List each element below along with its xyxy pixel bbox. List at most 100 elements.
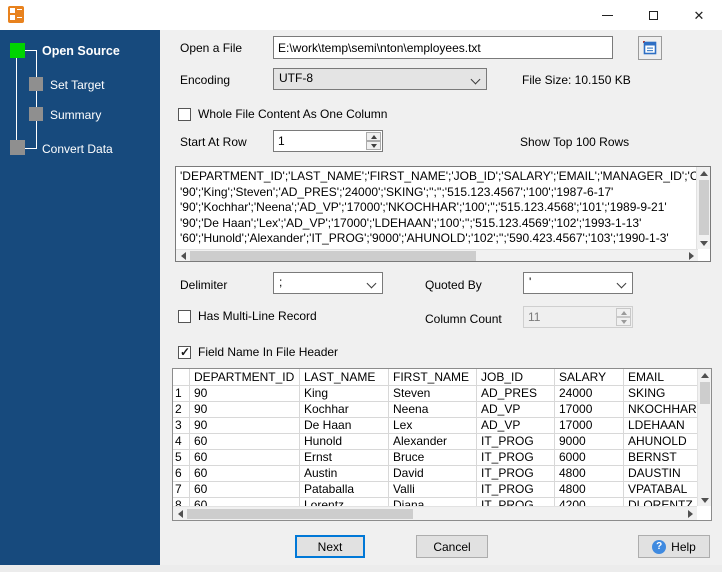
multi-line-checkbox[interactable]: Has Multi-Line Record — [178, 309, 317, 323]
chevron-down-icon — [616, 278, 627, 289]
table-cell: 90 — [190, 386, 300, 402]
preview-vertical-scrollbar[interactable] — [696, 167, 710, 249]
open-file-input[interactable] — [273, 36, 613, 59]
table-cell: King — [300, 386, 389, 402]
table-row[interactable]: 3 90 De Haan Lex AD_VP 17000 LDEHAAN — [173, 418, 697, 434]
row-number: 6 — [173, 466, 190, 482]
table-row[interactable]: 5 60 Ernst Bruce IT_PROG 6000 BERNST — [173, 450, 697, 466]
scroll-up-button[interactable] — [698, 369, 711, 381]
start-at-row-input[interactable] — [274, 131, 366, 151]
table-cell: IT_PROG — [477, 466, 555, 482]
table-cell: 90 — [190, 402, 300, 418]
table-row[interactable]: 4 60 Hunold Alexander IT_PROG 9000 AHUNOLD — [173, 434, 697, 450]
scroll-right-button[interactable] — [684, 250, 698, 261]
checkbox-icon[interactable] — [178, 345, 191, 359]
close-icon: ✕ — [693, 7, 705, 23]
scrollbar-thumb[interactable] — [700, 382, 710, 404]
table-row[interactable]: 1 90 King Steven AD_PRES 24000 SKING — [173, 386, 697, 402]
preview-line: '90';'De Haan';'Lex';'AD_VP';'17000';'LD… — [180, 215, 642, 230]
scroll-down-button[interactable] — [697, 237, 710, 249]
column-count-input — [524, 307, 616, 327]
scroll-up-button[interactable] — [697, 167, 710, 179]
column-header[interactable]: SALARY — [555, 369, 624, 386]
table-cell: IT_PROG — [477, 498, 555, 506]
table-cell: 90 — [190, 418, 300, 434]
connector-line — [25, 50, 37, 51]
scroll-right-button[interactable] — [683, 508, 697, 520]
start-at-row-label: Start At Row — [180, 135, 247, 149]
row-number: 7 — [173, 482, 190, 498]
quoted-by-select[interactable]: ' — [523, 272, 633, 294]
scrollbar-thumb[interactable] — [190, 251, 476, 261]
start-at-row-spinner — [273, 130, 383, 152]
column-header[interactable]: DEPARTMENT_ID — [190, 369, 300, 386]
arrow-right-icon — [688, 252, 694, 260]
table-cell: Kochhar — [300, 402, 389, 418]
spinner-down-button — [616, 317, 631, 326]
table-row[interactable]: 7 60 Pataballa Valli IT_PROG 4800 VPATABAL — [173, 482, 697, 498]
spinner-down-button[interactable] — [366, 141, 381, 150]
quoted-by-label: Quoted By — [425, 278, 482, 292]
checkbox-icon[interactable] — [178, 107, 191, 121]
file-preview-text[interactable]: 'DEPARTMENT_ID';'LAST_NAME';'FIRST_NAME'… — [176, 167, 696, 249]
cancel-button[interactable]: Cancel — [416, 535, 488, 558]
arrow-left-icon — [180, 252, 186, 260]
table-cell: 60 — [190, 450, 300, 466]
browse-button[interactable] — [638, 36, 662, 60]
arrow-up-icon — [620, 310, 627, 315]
checkbox-icon[interactable] — [178, 309, 191, 323]
preview-line: '90';'King';'Steven';'AD_PRES';'24000';'… — [180, 184, 614, 199]
table-row[interactable]: 6 60 Austin David IT_PROG 4800 DAUSTIN — [173, 466, 697, 482]
help-button[interactable]: ? Help — [638, 535, 710, 558]
preview-table: DEPARTMENT_ID LAST_NAME FIRST_NAME JOB_I… — [172, 368, 712, 521]
column-header[interactable]: LAST_NAME — [300, 369, 389, 386]
table-cell: Bruce — [389, 450, 477, 466]
table-row[interactable]: 8 60 Lorentz Diana IT_PROG 4200 DLORENTZ — [173, 498, 697, 506]
column-header[interactable]: JOB_ID — [477, 369, 555, 386]
column-header[interactable]: EMAIL — [624, 369, 697, 386]
file-preview-box[interactable]: 'DEPARTMENT_ID';'LAST_NAME';'FIRST_NAME'… — [175, 166, 711, 262]
close-button[interactable]: ✕ — [676, 0, 722, 30]
show-top-rows-text: Show Top 100 Rows — [520, 135, 630, 149]
spinner-up-button[interactable] — [366, 132, 381, 141]
wizard-sidebar: Open Source Set Target Summary Convert D… — [0, 30, 160, 565]
maximize-button[interactable] — [630, 0, 676, 30]
table-cell: AHUNOLD — [624, 434, 697, 450]
title-bar[interactable]: ✕ — [0, 0, 722, 30]
field-name-header-checkbox[interactable]: Field Name In File Header — [178, 345, 338, 359]
arrow-up-icon — [700, 170, 708, 176]
delimiter-select[interactable]: ; — [273, 272, 383, 294]
whole-file-checkbox[interactable]: Whole File Content As One Column — [178, 107, 387, 121]
table-cell: 4800 — [555, 466, 624, 482]
table-row[interactable]: 2 90 Kochhar Neena AD_VP 17000 NKOCHHAR — [173, 402, 697, 418]
table-cell: 17000 — [555, 402, 624, 418]
corner-cell — [173, 369, 190, 386]
table-cell: DAUSTIN — [624, 466, 697, 482]
scrollbar-thumb[interactable] — [699, 180, 709, 235]
quoted-by-value: ' — [529, 275, 532, 289]
table-cell: BERNST — [624, 450, 697, 466]
table-header-row: DEPARTMENT_ID LAST_NAME FIRST_NAME JOB_I… — [173, 369, 697, 386]
preview-line: '60';'Hunold';'Alexander';'IT_PROG';'900… — [180, 231, 669, 245]
window-bottom-edge — [0, 565, 722, 572]
encoding-select[interactable]: UTF-8 — [273, 68, 487, 90]
preview-horizontal-scrollbar[interactable] — [176, 249, 698, 261]
table-horizontal-scrollbar[interactable] — [173, 506, 697, 520]
scroll-left-button[interactable] — [176, 250, 190, 261]
arrow-up-icon — [701, 372, 709, 378]
table-cell: Alexander — [389, 434, 477, 450]
column-header[interactable]: FIRST_NAME — [389, 369, 477, 386]
table-cell: DLORENTZ — [624, 498, 697, 506]
sidebar-step-set-target: Set Target — [50, 78, 105, 92]
minimize-button[interactable] — [584, 0, 630, 30]
table-cell: Lex — [389, 418, 477, 434]
table-cell: SKING — [624, 386, 697, 402]
table-vertical-scrollbar[interactable] — [697, 369, 711, 506]
table-cell: AD_VP — [477, 418, 555, 434]
scroll-down-button[interactable] — [698, 494, 711, 506]
next-button[interactable]: Next — [295, 535, 365, 558]
scrollbar-thumb[interactable] — [187, 509, 413, 519]
table-cell: 6000 — [555, 450, 624, 466]
row-number: 3 — [173, 418, 190, 434]
scroll-left-button[interactable] — [173, 508, 187, 520]
